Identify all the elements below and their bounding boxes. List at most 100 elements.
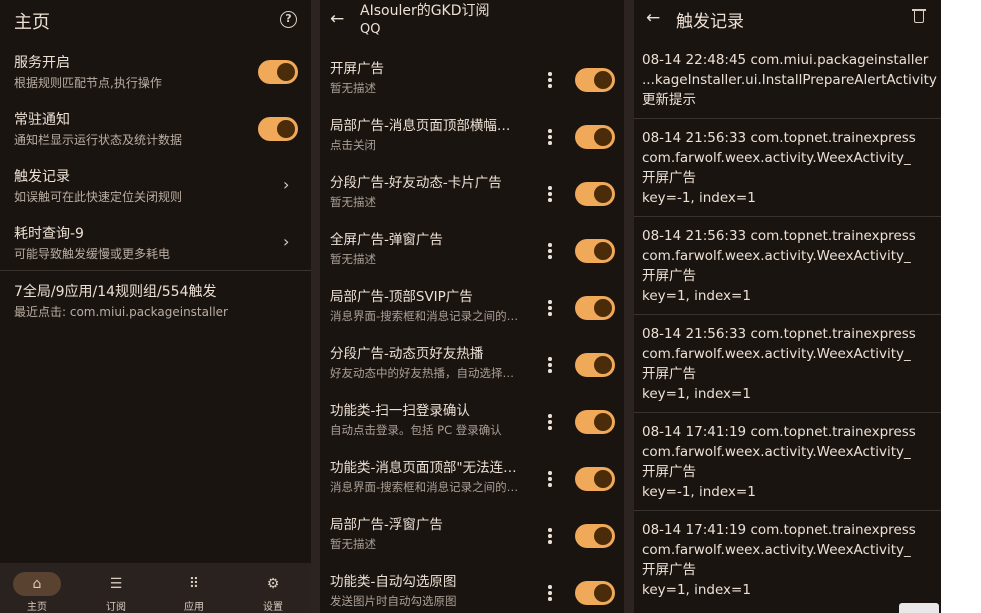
service-toggle[interactable] (258, 60, 298, 84)
more-vert-icon[interactable] (548, 72, 552, 90)
bottom-nav: ⌂ 主页 ☰ 订阅 ⠿ 应用 ⚙ 设置 (0, 563, 311, 613)
setting-subtitle: 可能导致触发缓慢或更多耗电 (14, 247, 171, 261)
more-vert-icon[interactable] (548, 243, 552, 261)
divider (0, 270, 311, 271)
more-vert-icon[interactable] (548, 528, 552, 546)
rule-item[interactable]: 全屏广告-弹窗广告 暂无描述 (330, 231, 520, 267)
trash-icon[interactable] (914, 11, 924, 23)
setting-time-query[interactable]: 耗时查询-9 可能导致触发缓慢或更多耗电 (14, 225, 304, 262)
nav-label: 应用 (184, 602, 204, 613)
gear-icon: ⚙ (266, 576, 280, 592)
rule-description: 消息界面-搜索框和消息记录之间的广告 (330, 309, 520, 323)
log-line: 开屏广告 (642, 562, 696, 578)
rule-toggle[interactable] (575, 524, 615, 548)
stats-subtitle: 最近点击: com.miui.packageinstaller (14, 305, 228, 319)
nav-apps[interactable]: ⠿ 应用 (159, 563, 229, 613)
divider (634, 314, 941, 315)
rule-toggle[interactable] (575, 410, 615, 434)
rule-toggle[interactable] (575, 581, 615, 605)
rule-description: 暂无描述 (330, 537, 376, 551)
rule-item[interactable]: 局部广告-顶部SVIP广告 消息界面-搜索框和消息记录之间的广告 (330, 288, 520, 324)
subscription-panel: ← AIsouler的GKD订阅 QQ 开屏广告 暂无描述 局部广告-消息页面顶部横… (320, 0, 624, 613)
rule-toggle[interactable] (575, 239, 615, 263)
rule-item[interactable]: 局部广告-消息页面顶部横幅广告 点击关闭 (330, 117, 520, 153)
more-vert-icon[interactable] (548, 357, 552, 375)
log-line: 08-14 21:56:33 com.topnet.trainexpress (642, 130, 916, 146)
setting-title: 触发记录 (14, 169, 70, 185)
help-icon[interactable]: ? (280, 11, 297, 28)
rule-item[interactable]: 分段广告-动态页好友热播好友动态中的好友热播，自动选择关闭 (330, 345, 520, 381)
log-line: com.farwolf.weex.activity.WeexActivity_ (642, 150, 911, 166)
corner-handle (899, 603, 939, 613)
stats-title: 7全局/9应用/14规则组/554触发 (14, 284, 217, 300)
rule-item[interactable]: 局部广告-浮窗广告 暂无描述 (330, 516, 520, 552)
rule-toggle[interactable] (575, 467, 615, 491)
log-line: 开屏广告 (642, 464, 696, 480)
nav-label: 设置 (263, 602, 283, 613)
rule-description: 点击关闭 (330, 138, 376, 152)
rule-title: 功能类-消息页面顶部"无法连接网络" (330, 460, 520, 476)
log-line: 08-14 21:56:33 com.topnet.trainexpress (642, 228, 916, 244)
home-icon: ⌂ (13, 572, 61, 596)
log-entry[interactable]: 08-14 21:56:33 com.topnet.trainexpress co… (634, 128, 941, 208)
rule-title: 全屏广告-弹窗广告 (330, 232, 443, 248)
nav-subscription[interactable]: ☰ 订阅 (81, 563, 151, 613)
log-line: 08-14 22:48:45 com.miui.packageinstaller (642, 52, 929, 68)
setting-subtitle: 如误触可在此快速定位关闭规则 (14, 190, 183, 204)
notification-toggle[interactable] (258, 117, 298, 141)
setting-title: 耗时查询-9 (14, 226, 84, 242)
trigger-log-panel: ← 触发记录 08-14 22:48:45 com.miui.packagein… (634, 0, 941, 613)
rule-toggle[interactable] (575, 296, 615, 320)
chevron-right-icon: › (283, 175, 290, 194)
more-vert-icon[interactable] (548, 300, 552, 318)
rule-description: 自动点击登录。包括 PC 登录确认 (330, 423, 502, 437)
rule-item[interactable]: 开屏广告 暂无描述 (330, 60, 520, 96)
log-entry[interactable]: 08-14 17:41:19 com.topnet.trainexpress co… (634, 422, 941, 502)
rule-title: 局部广告-浮窗广告 (330, 517, 443, 533)
subscription-app: QQ (360, 22, 381, 37)
back-arrow-icon[interactable]: ← (330, 9, 344, 29)
rule-toggle[interactable] (575, 68, 615, 92)
rule-item[interactable]: 功能类-消息页面顶部"无法连接网络" 消息界面-搜索框和消息记录之间的提示 (330, 459, 520, 495)
more-vert-icon[interactable] (548, 129, 552, 147)
log-line: key=1, index=1 (642, 386, 751, 402)
log-entry[interactable]: 08-14 21:56:33 com.topnet.trainexpress co… (634, 226, 941, 306)
nav-label: 订阅 (106, 602, 126, 613)
rule-item[interactable]: 功能类-扫一扫登录确认 自动点击登录。包括 PC 登录确认 (330, 402, 520, 438)
nav-home[interactable]: ⌂ 主页 (2, 563, 72, 613)
more-vert-icon[interactable] (548, 414, 552, 432)
rule-title: 分段广告-好友动态-卡片广告 (330, 175, 502, 191)
log-entry[interactable]: 08-14 21:56:33 com.topnet.trainexpress co… (634, 324, 941, 404)
more-vert-icon[interactable] (548, 585, 552, 603)
rule-description: 暂无描述 (330, 195, 376, 209)
rule-title: 分段广告-动态页好友热播 (330, 346, 484, 362)
window-edge (941, 0, 981, 613)
more-vert-icon[interactable] (548, 471, 552, 489)
log-line: com.farwolf.weex.activity.WeexActivity_ (642, 444, 911, 460)
panel-gap (311, 0, 320, 613)
log-entry[interactable]: 08-14 17:41:19 com.topnet.trainexpress co… (634, 520, 941, 600)
rule-description: 暂无描述 (330, 81, 376, 95)
apps-grid-icon: ⠿ (188, 576, 200, 592)
log-line: key=1, index=1 (642, 582, 751, 598)
rule-item[interactable]: 功能类-自动勾选原图 发送图片时自动勾选原图 (330, 573, 520, 609)
nav-settings[interactable]: ⚙ 设置 (238, 563, 308, 613)
log-line: 开屏广告 (642, 268, 696, 284)
page-title: 主页 (14, 12, 50, 33)
divider (634, 412, 941, 413)
rule-description: 发送图片时自动勾选原图 (330, 594, 457, 608)
more-vert-icon[interactable] (548, 186, 552, 204)
log-line: key=1, index=1 (642, 288, 751, 304)
rule-toggle[interactable] (575, 353, 615, 377)
home-panel: 主页 ? 服务开启 根据规则匹配节点,执行操作 常驻通知 通知栏显示运行状态及统… (0, 0, 311, 613)
rule-item[interactable]: 分段广告-好友动态-卡片广告 暂无描述 (330, 174, 520, 210)
log-line: 开屏广告 (642, 170, 696, 186)
setting-trigger-log[interactable]: 触发记录 如误触可在此快速定位关闭规则 (14, 168, 304, 205)
divider (634, 216, 941, 217)
rule-toggle[interactable] (575, 125, 615, 149)
log-entry[interactable]: 08-14 22:48:45 com.miui.packageinstaller… (634, 50, 941, 110)
rule-description: 好友动态中的好友热播，自动选择关闭 (330, 366, 520, 380)
back-arrow-icon[interactable]: ← (646, 8, 660, 28)
rule-toggle[interactable] (575, 182, 615, 206)
log-line: 08-14 17:41:19 com.topnet.trainexpress (642, 522, 916, 538)
